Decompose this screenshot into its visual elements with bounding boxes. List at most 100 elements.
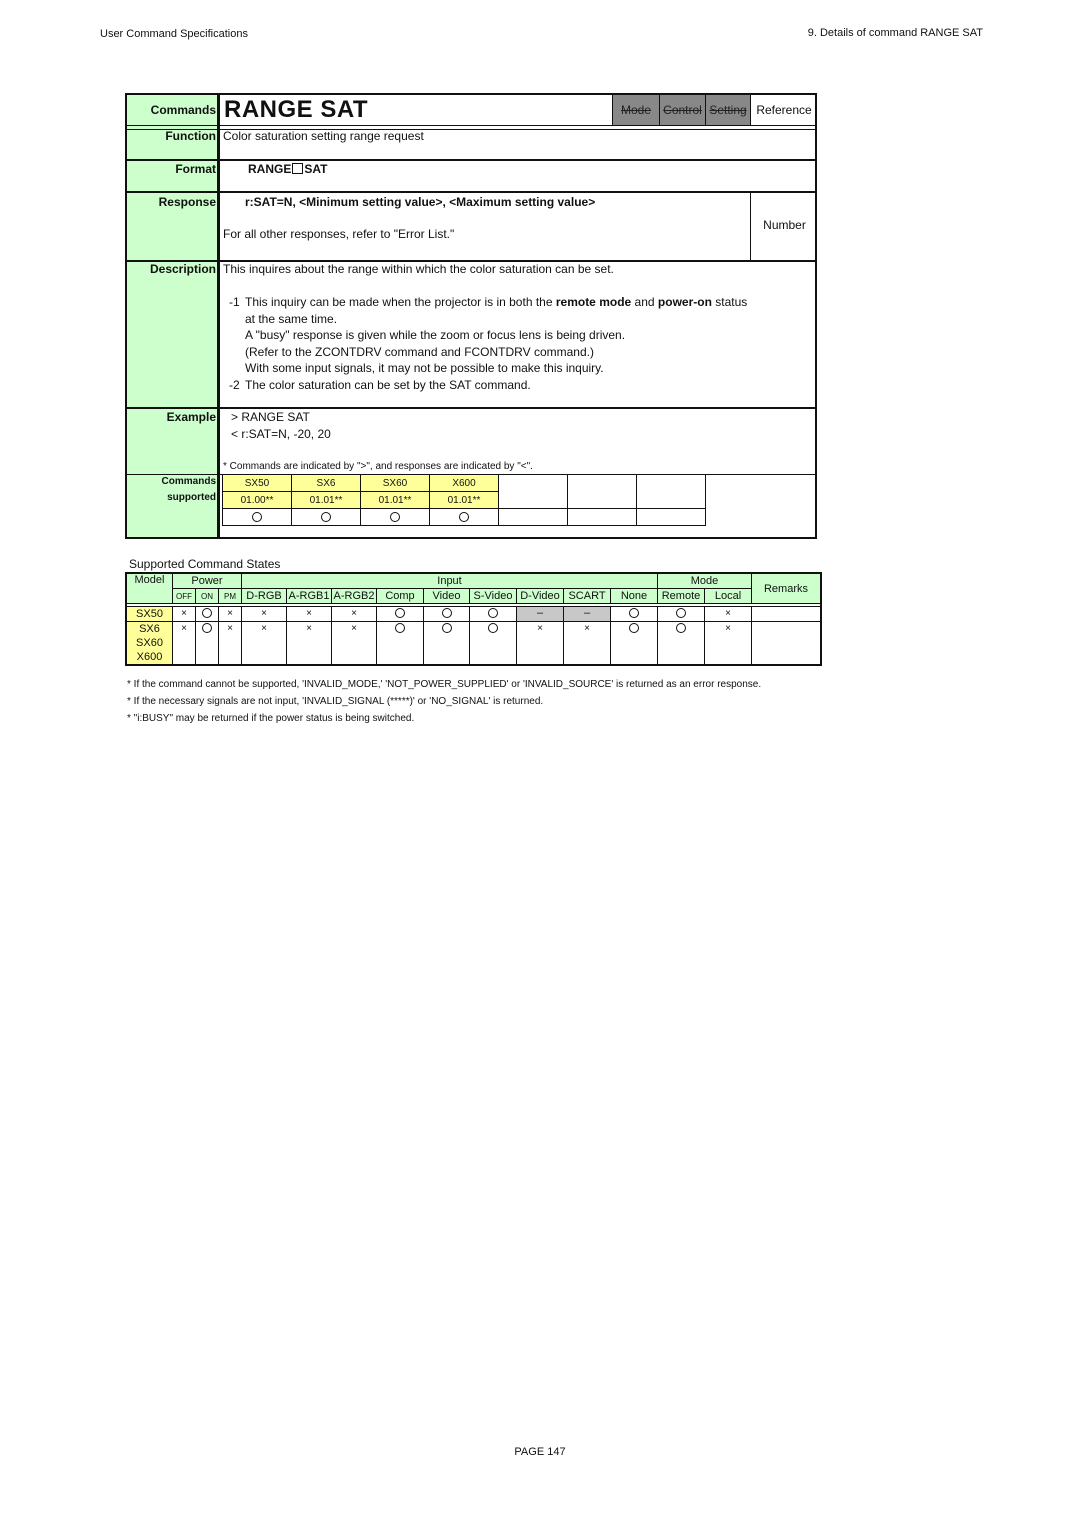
circle-icon (676, 608, 686, 619)
circle-icon (390, 511, 400, 522)
example-response: < r:SAT=N, -20, 20 (231, 427, 331, 441)
supported-label-2: supported (167, 492, 216, 503)
response-type: Number (750, 191, 818, 261)
model-cell: X600 (125, 650, 173, 666)
circle-icon (629, 608, 639, 619)
unsupported-cell: × (218, 621, 242, 666)
subheader-cell: Comp (376, 588, 424, 604)
cross-icon: × (261, 623, 267, 634)
subheader-cell: Video (423, 588, 470, 604)
model-cell: SX50 (222, 475, 292, 492)
circle-icon (459, 511, 469, 522)
unsupported-cell: × (704, 606, 752, 622)
version-cell: 01.01** (429, 491, 499, 509)
circle-icon (321, 511, 331, 522)
subheader-cell: PM (218, 588, 242, 604)
note-2-text: The color saturation can be set by the S… (245, 378, 531, 392)
cross-icon: × (351, 623, 357, 634)
format-argument: SAT (304, 162, 328, 176)
states-notes: * If the command cannot be supported, 'I… (127, 676, 761, 727)
empty-cell (636, 508, 706, 526)
supported-cell (469, 621, 517, 666)
cross-icon: × (227, 623, 233, 634)
subheader-cell: SCART (563, 588, 611, 604)
tab-mode[interactable]: Mode (612, 95, 659, 126)
note: * "i:BUSY" may be returned if the power … (127, 713, 415, 724)
supported-cell (423, 606, 470, 622)
unsupported-cell: × (286, 621, 332, 666)
note-1-text: This inquiry can be made when the projec… (245, 295, 748, 309)
unsupported-cell: × (241, 621, 287, 666)
unsupported-cell: × (331, 606, 377, 622)
model-cell: SX6 (125, 621, 173, 636)
model-cell: SX60 (360, 475, 430, 492)
unsupported-cell: × (172, 621, 196, 666)
example-note: * Commands are indicated by ">", and res… (223, 461, 533, 472)
cross-icon: × (537, 623, 543, 634)
subheader-cell: Local (704, 588, 752, 604)
circle-icon (202, 608, 212, 619)
remarks-cell (751, 621, 822, 666)
divider (127, 159, 815, 161)
format-command: RANGE (248, 162, 292, 176)
note: * If the command cannot be supported, 'I… (127, 679, 762, 690)
empty-cell (636, 475, 706, 509)
subheader-cell: D-RGB (241, 588, 287, 604)
example-command: > RANGE SAT (231, 410, 310, 424)
version-cell: 01.01** (360, 491, 430, 509)
command-title: RANGE SAT (224, 96, 369, 123)
function-text: Color saturation setting range request (223, 129, 424, 143)
unsupported-cell: × (241, 606, 287, 622)
unsupported-cell: × (704, 621, 752, 666)
supported-label-1: Commands (161, 476, 216, 487)
circle-icon (676, 623, 686, 634)
subheader-cell: OFF (172, 588, 196, 604)
subheader-cell: A-RGB2 (331, 588, 377, 604)
space-symbol-icon (292, 163, 304, 174)
empty-cell (567, 475, 637, 509)
empty-cell (498, 508, 568, 526)
version-cell: 01.00** (222, 491, 292, 509)
supported-cell (423, 621, 470, 666)
circle-icon (441, 608, 452, 619)
example-label: Example (166, 410, 216, 424)
dash-icon: – (583, 607, 591, 619)
remarks-cell (751, 606, 822, 622)
model-cell: X600 (429, 475, 499, 492)
circle-icon (441, 623, 452, 634)
tab-control[interactable]: Control (659, 95, 705, 126)
not-applicable-cell: – (516, 606, 564, 622)
circle-icon (202, 623, 212, 634)
model-cell: SX6 (291, 475, 361, 492)
cross-icon: × (725, 608, 731, 619)
note-1-line: at the same time. (245, 312, 338, 326)
note-2-number: -2 (229, 378, 240, 392)
cross-icon: × (227, 608, 233, 619)
note-1-line: With some input signals, it may not be p… (245, 361, 604, 375)
note-1-line: A "busy" response is given while the zoo… (245, 328, 626, 342)
cross-icon: × (181, 623, 187, 634)
page-number: PAGE 147 (514, 1446, 566, 1458)
supported-cell (376, 606, 424, 622)
support-cell (429, 508, 499, 526)
supported-cell (657, 606, 705, 622)
support-cell (291, 508, 361, 526)
tab-setting[interactable]: Setting (705, 95, 750, 126)
circle-icon (252, 511, 262, 522)
header-input: Input (241, 572, 658, 589)
subheader-cell: D-Video (516, 588, 564, 604)
commands-supported-grid: SX50 SX6 SX60 X600 01.00** 01.01** 01.01… (222, 475, 706, 526)
format-text: RANGE SAT (248, 162, 327, 176)
tab-reference[interactable]: Reference (750, 95, 817, 126)
circle-icon (488, 623, 498, 634)
supported-cell (610, 621, 658, 666)
supported-cell (195, 621, 219, 666)
subheader-cell: S-Video (469, 588, 517, 604)
divider (127, 407, 815, 409)
header-model: Model (125, 572, 173, 604)
cross-icon: × (261, 608, 267, 619)
not-applicable-cell: – (563, 606, 611, 622)
subheader-cell: ON (195, 588, 219, 604)
commands-label: Commands (150, 103, 216, 117)
note: * If the necessary signals are not input… (127, 696, 544, 707)
